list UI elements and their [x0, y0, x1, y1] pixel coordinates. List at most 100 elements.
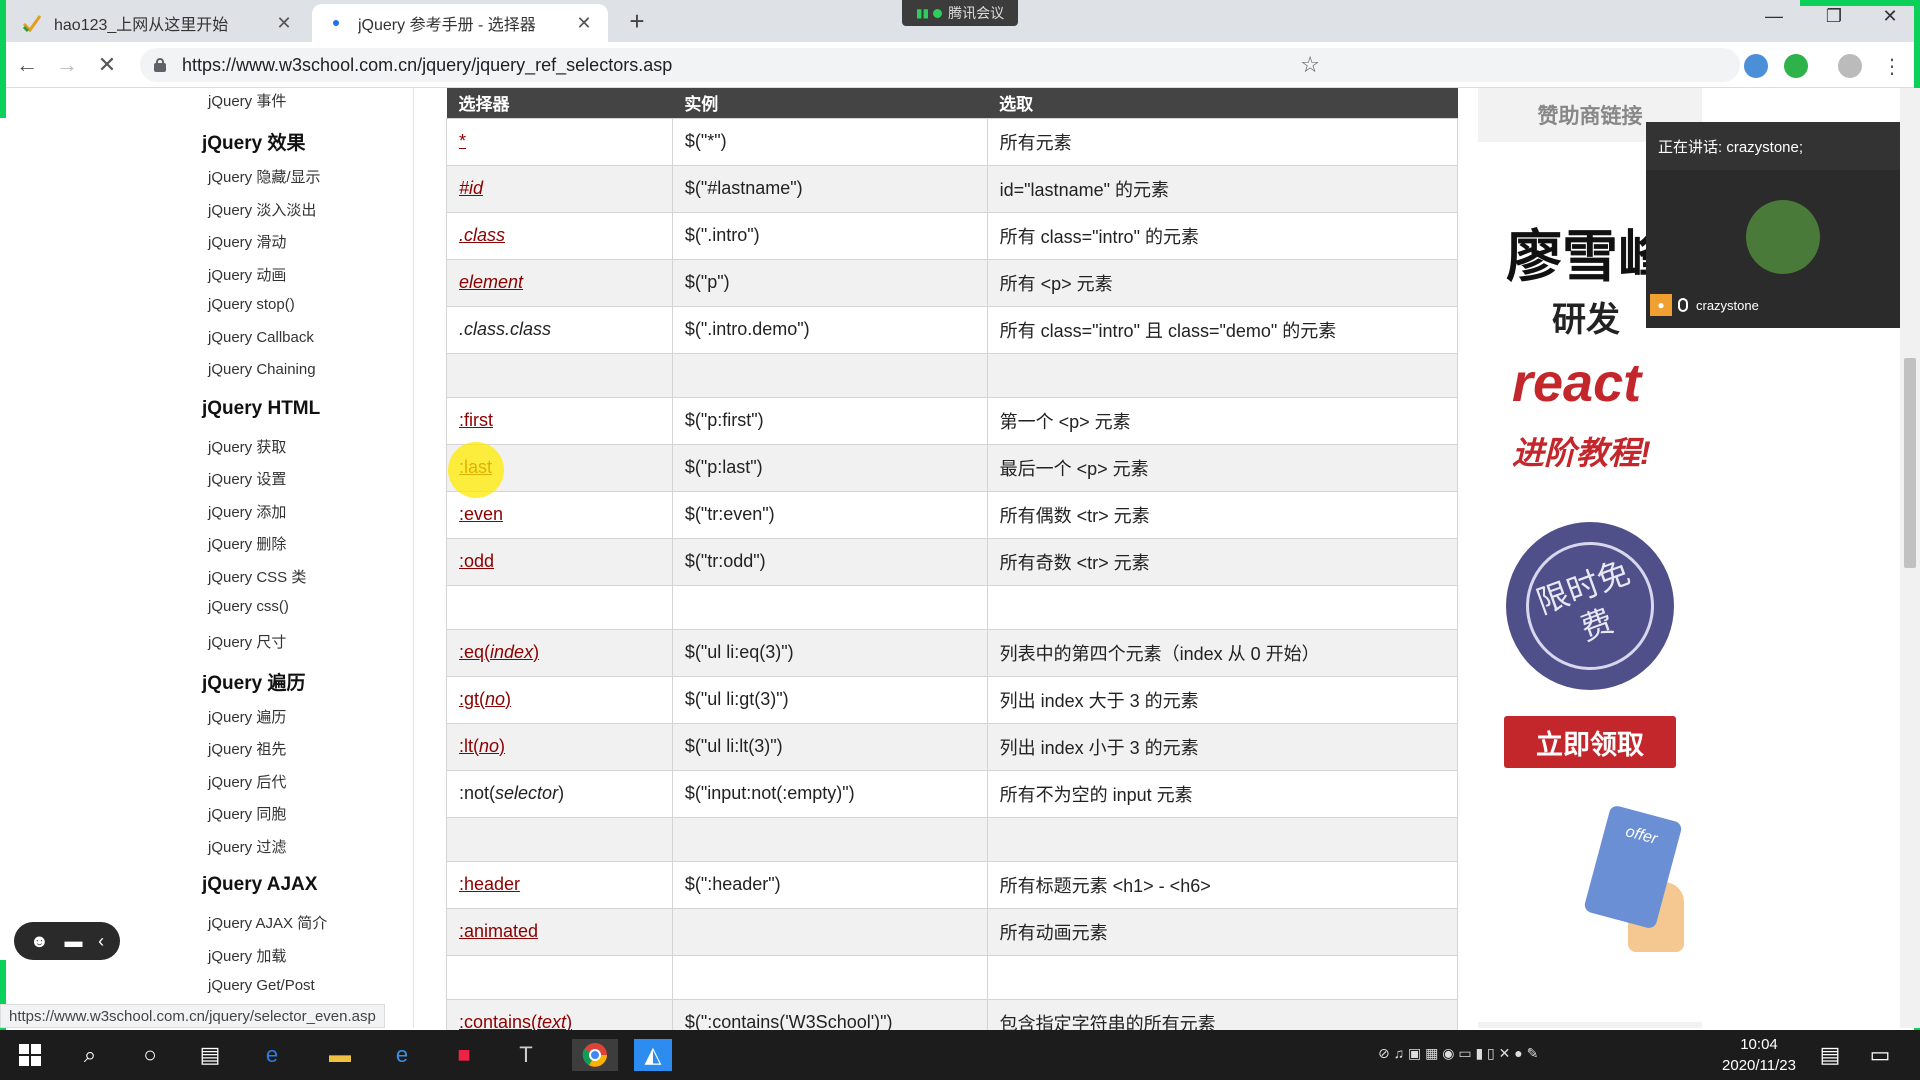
participant-avatar [1746, 200, 1820, 274]
selector-link[interactable]: * [459, 131, 466, 151]
task-view-icon[interactable]: ▤ [194, 1039, 226, 1071]
sidebar-item[interactable]: jQuery Callback [208, 329, 314, 346]
stop-loading-button[interactable]: ✕ [92, 50, 122, 80]
table-row: :gt(no) $("ul li:gt(3)") 列出 index 大于 3 的元素 [446, 675, 1459, 724]
chat-icon[interactable]: ▬ [64, 931, 82, 952]
selector-link[interactable]: :first [459, 410, 493, 430]
sidebar-item[interactable]: jQuery 添加 [208, 501, 286, 522]
restore-button[interactable]: ❐ [1814, 6, 1854, 27]
system-clock[interactable]: 10:04 2020/11/23 [1700, 1034, 1818, 1076]
chrome-icon[interactable] [572, 1039, 618, 1071]
windows-start-icon[interactable] [14, 1039, 46, 1071]
sidebar-item[interactable]: jQuery Get/Post [208, 977, 315, 994]
file-explorer-icon[interactable]: ▬ [324, 1039, 356, 1071]
tray-icons[interactable]: ⊘ ♫ ▣ ▦ ◉ ▭ ▮ ▯ ✕ ● ✎ [1378, 1045, 1538, 1062]
sidebar-item[interactable]: jQuery 淡入淡出 [208, 199, 316, 220]
selector-link[interactable]: :header [459, 874, 520, 894]
windows-taskbar: ⌕ ○ ▤ e ▬ e ■ T ◭ ⊘ ♫ ▣ ▦ ◉ ▭ ▮ ▯ ✕ ● ✎ … [0, 1030, 1920, 1080]
description-cell [986, 352, 1459, 398]
bookmark-star-icon[interactable]: ☆ [1300, 52, 1320, 78]
selector-link[interactable]: :gt(no) [459, 689, 511, 709]
sidebar-item[interactable]: jQuery 后代 [208, 771, 286, 792]
ie-browser-icon[interactable]: e [256, 1039, 288, 1071]
new-tab-button[interactable]: + [622, 6, 652, 37]
back-button[interactable]: ← [12, 50, 42, 80]
selector-link[interactable]: element [459, 272, 523, 292]
sidebar-item[interactable]: jQuery stop() [208, 296, 295, 313]
search-icon[interactable]: ⌕ [74, 1039, 106, 1071]
sidebar-item[interactable]: jQuery Chaining [208, 361, 316, 378]
typora-icon[interactable]: T [510, 1039, 542, 1071]
notification-center-icon[interactable]: ▭ [1864, 1039, 1896, 1071]
selector-link[interactable]: :contains(text) [459, 1012, 572, 1032]
selector-link[interactable]: :even [459, 504, 503, 524]
tab-close-icon[interactable]: ✕ [574, 13, 594, 34]
example-cell: $("ul li:eq(3)") [671, 628, 988, 677]
floating-chat-widget[interactable]: ☻ ▬ ‹ [14, 922, 120, 960]
claim-button[interactable]: 立即领取 [1504, 716, 1676, 768]
forward-button[interactable]: → [52, 50, 82, 80]
sidebar-item[interactable]: jQuery 加载 [208, 945, 286, 966]
emoji-icon[interactable]: ☻ [30, 931, 49, 952]
sidebar-item[interactable]: jQuery 获取 [208, 436, 286, 457]
notes-icon[interactable]: ▤ [1814, 1039, 1846, 1071]
selector-name: :not( [459, 783, 496, 803]
sidebar-item[interactable]: jQuery 隐藏/显示 [208, 166, 321, 187]
table-row: :even $("tr:even") 所有偶数 <tr> 元素 [446, 490, 1459, 539]
sidebar-item[interactable]: jQuery 尺寸 [208, 631, 286, 652]
url-text: https://www.w3school.com.cn/jquery/jquer… [182, 54, 673, 75]
selector-link[interactable]: .class [459, 225, 505, 245]
sidebar-item[interactable]: jQuery css() [208, 598, 289, 615]
sidebar-item[interactable]: jQuery AJAX 简介 [208, 912, 327, 933]
tab-jquery-reference[interactable]: jQuery 参考手册 - 选择器 ✕ [312, 4, 608, 42]
tab-hao123[interactable]: hao123_上网从这里开始 ✕ [8, 4, 308, 42]
collapse-chevron-icon[interactable]: ‹ [98, 931, 104, 952]
edge-icon[interactable]: e [386, 1039, 418, 1071]
selector-link[interactable]: #id [459, 178, 483, 198]
sidebar-item[interactable]: jQuery 删除 [208, 533, 286, 554]
table-row: :lt(no) $("ul li:lt(3)") 列出 index 小于 3 的元素 [446, 722, 1459, 771]
extension-icon[interactable] [1744, 54, 1768, 78]
ad-title: react [1512, 353, 1642, 413]
selector-link[interactable]: :eq(index) [459, 642, 539, 662]
sidebar-item[interactable]: jQuery CSS 类 [208, 566, 306, 587]
meeting-video-panel[interactable]: 正在讲话: crazystone; ● crazystone [1646, 122, 1920, 328]
selector-link[interactable]: :odd [459, 551, 494, 571]
free-badge-icon: 限时免费 [1506, 522, 1674, 690]
selector-cell: .class.class [446, 305, 673, 354]
table-spacer-row [446, 954, 1459, 1000]
tencent-meeting-badge[interactable]: ▮▮ 腾讯会议 [902, 0, 1018, 26]
address-bar[interactable]: https://www.w3school.com.cn/jquery/jquer… [140, 48, 1740, 82]
extension-icon[interactable] [1784, 54, 1808, 78]
sidebar-item[interactable]: jQuery 同胞 [208, 803, 286, 824]
sidebar-item[interactable]: jQuery 遍历 [208, 706, 286, 727]
selector-cell: :odd [446, 537, 673, 586]
page-scrollbar[interactable] [1900, 88, 1920, 1028]
selector-link[interactable]: :lt(no) [459, 736, 505, 756]
description-cell [986, 816, 1459, 862]
selectors-reference: 选择器 实例 选取 * $("*") 所有元素 #id $("#lastname") id… [446, 88, 1459, 1047]
intellij-icon[interactable]: ■ [448, 1039, 480, 1071]
tab-close-icon[interactable]: ✕ [274, 13, 294, 34]
selector-link[interactable]: :animated [459, 921, 538, 941]
table-row: :last$("p:last")最后一个 <p> 元素 [446, 443, 1459, 492]
minimize-button[interactable]: — [1754, 6, 1794, 27]
close-window-button[interactable]: ✕ [1870, 6, 1910, 27]
selector-argument: text [537, 1012, 567, 1032]
sidebar-item[interactable]: jQuery 事件 [208, 90, 286, 111]
menu-kebab-icon[interactable]: ⋮ [1880, 54, 1904, 78]
scrollbar-thumb[interactable] [1904, 358, 1916, 568]
sidebar-item[interactable]: jQuery 祖先 [208, 738, 286, 759]
sidebar-item[interactable]: jQuery 过滤 [208, 836, 286, 857]
sidebar-item[interactable]: jQuery 动画 [208, 264, 286, 285]
tencent-meeting-icon[interactable]: ◭ [634, 1039, 672, 1071]
column-header: 选取 [987, 88, 1458, 118]
cortana-icon[interactable]: ○ [134, 1039, 166, 1071]
tab-title: hao123_上网从这里开始 [54, 17, 229, 34]
sidebar-item[interactable]: jQuery 设置 [208, 468, 286, 489]
selector-argument: no [485, 689, 506, 709]
sidebar-item[interactable]: jQuery 滑动 [208, 231, 286, 252]
selector-cell [446, 954, 673, 1000]
profile-avatar-icon[interactable] [1838, 54, 1862, 78]
microphone-icon [1678, 298, 1688, 312]
